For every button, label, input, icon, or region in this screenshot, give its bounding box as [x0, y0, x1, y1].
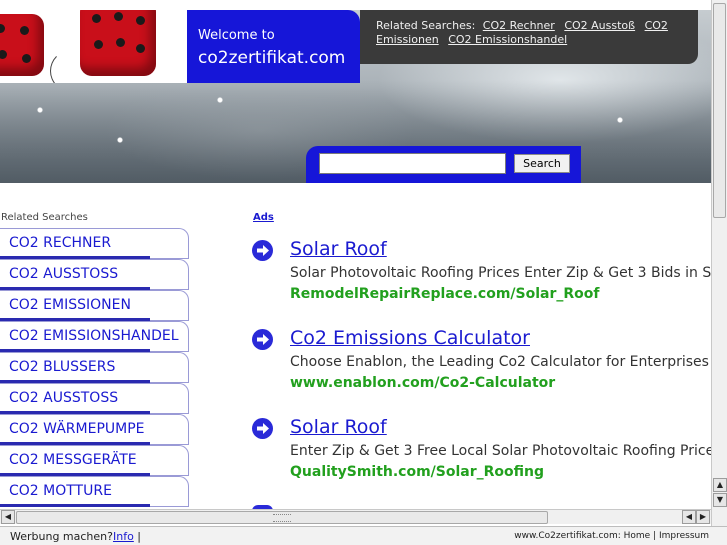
related-link-co2-ausstoss[interactable]: CO2 Ausstoß [564, 19, 635, 32]
arrow-up-icon[interactable]: ▲ [713, 478, 727, 492]
sidebar-item-co2-motture[interactable]: CO2 MOTTURE [0, 476, 189, 507]
ad-url[interactable]: RemodelRepairReplace.com/Solar_Roof [290, 286, 599, 302]
site-domain: co2zertifikat.com [198, 48, 346, 68]
arrow-down-icon[interactable]: ▼ [713, 493, 727, 507]
sidebar-item-co2-emissionen[interactable]: CO2 EMISSIONEN [0, 290, 189, 321]
header-banner: Welcome to co2zertifikat.com Related Sea… [0, 10, 711, 183]
vertical-scrollbar[interactable]: ▲ ▼ ▼ [711, 0, 727, 544]
sidebar-list: CO2 RECHNER CO2 AUSSTOSS CO2 EMISSIONEN … [0, 228, 189, 507]
horizontal-scroll-thumb[interactable] [16, 511, 548, 524]
ad-title-link[interactable]: Solar Roof [290, 416, 387, 438]
ad-title-link[interactable]: Solar Roof [290, 238, 387, 260]
related-link-co2-emissionshandel[interactable]: CO2 Emissionshandel [448, 33, 567, 46]
related-link-co2-rechner[interactable]: CO2 Rechner [483, 19, 555, 32]
ad-item: Solar Roof Solar Photovoltaic Roofing Pr… [252, 238, 712, 302]
scroll-grip [273, 514, 291, 522]
related-searches-label: Related Searches: [376, 19, 476, 32]
sidebar-item-co2-blussers[interactable]: CO2 BLUSSERS [0, 352, 189, 383]
search-input[interactable] [319, 153, 506, 174]
impressum-link[interactable]: Impressum [659, 531, 709, 541]
die-left [0, 14, 44, 76]
welcome-panel: Welcome to co2zertifikat.com [187, 10, 360, 83]
sidebar-item-co2-messgeraete[interactable]: CO2 MESSGERÄTE [0, 445, 189, 476]
search-panel: Search [306, 146, 581, 183]
ad-description: Choose Enablon, the Leading Co2 Calculat… [290, 354, 709, 370]
ad-url[interactable]: QualitySmith.com/Solar_Roofing [290, 464, 544, 480]
sidebar-title: Related Searches [1, 212, 88, 223]
vertical-scroll-thumb[interactable] [713, 3, 726, 218]
ads-label[interactable]: Ads [253, 212, 274, 223]
welcome-text: Welcome to [198, 28, 275, 43]
home-link[interactable]: Home [624, 531, 651, 541]
advertise-text: Werbung machen? [10, 530, 113, 543]
arrow-circle-icon[interactable] [252, 418, 273, 439]
sidebar-item-co2-waermepumpe[interactable]: CO2 WÄRMEPUMPE [0, 414, 189, 445]
status-left: Werbung machen?Info | [10, 530, 142, 543]
arrow-circle-icon[interactable] [252, 240, 273, 261]
ad-title-link[interactable]: Co2 Emissions Calculator [290, 327, 530, 349]
ad-item: Solar Roof Enter Zip & Get 3 Free Local … [252, 416, 712, 480]
arrow-left-icon[interactable]: ◀ [682, 510, 696, 524]
ad-url[interactable]: www.enablon.com/Co2-Calculator [290, 375, 555, 391]
arrow-circle-icon[interactable] [252, 329, 273, 350]
dice-logo-image [0, 10, 187, 83]
related-searches-top: Related Searches: CO2 Rechner CO2 Aussto… [360, 10, 698, 64]
sidebar-item-co2-ausstoss-2[interactable]: CO2 AUSSTOSS [0, 383, 189, 414]
status-bar: Werbung machen?Info | www.Co2zertifikat.… [0, 526, 727, 545]
horizontal-scrollbar[interactable]: ◀ ◀ ▶ [0, 509, 711, 524]
sidebar-item-co2-emissionshandel[interactable]: CO2 EMISSIONSHANDEL [0, 321, 189, 352]
info-link[interactable]: Info [113, 530, 134, 543]
ad-description: Enter Zip & Get 3 Free Local Solar Photo… [290, 443, 712, 459]
arrow-left-icon[interactable]: ◀ [1, 510, 15, 524]
ad-item: Co2 Emissions Calculator Choose Enablon,… [252, 327, 712, 391]
sidebar-item-co2-rechner[interactable]: CO2 RECHNER [0, 228, 189, 259]
search-button[interactable]: Search [514, 154, 570, 173]
sidebar-item-co2-ausstoss[interactable]: CO2 AUSSTOSS [0, 259, 189, 290]
site-url-text: www.Co2zertifikat.com: [514, 531, 621, 541]
arrow-right-icon[interactable]: ▶ [696, 510, 710, 524]
ad-description: Solar Photovoltaic Roofing Prices Enter … [290, 265, 712, 281]
status-right: www.Co2zertifikat.com: Home | Impressum [514, 531, 709, 541]
